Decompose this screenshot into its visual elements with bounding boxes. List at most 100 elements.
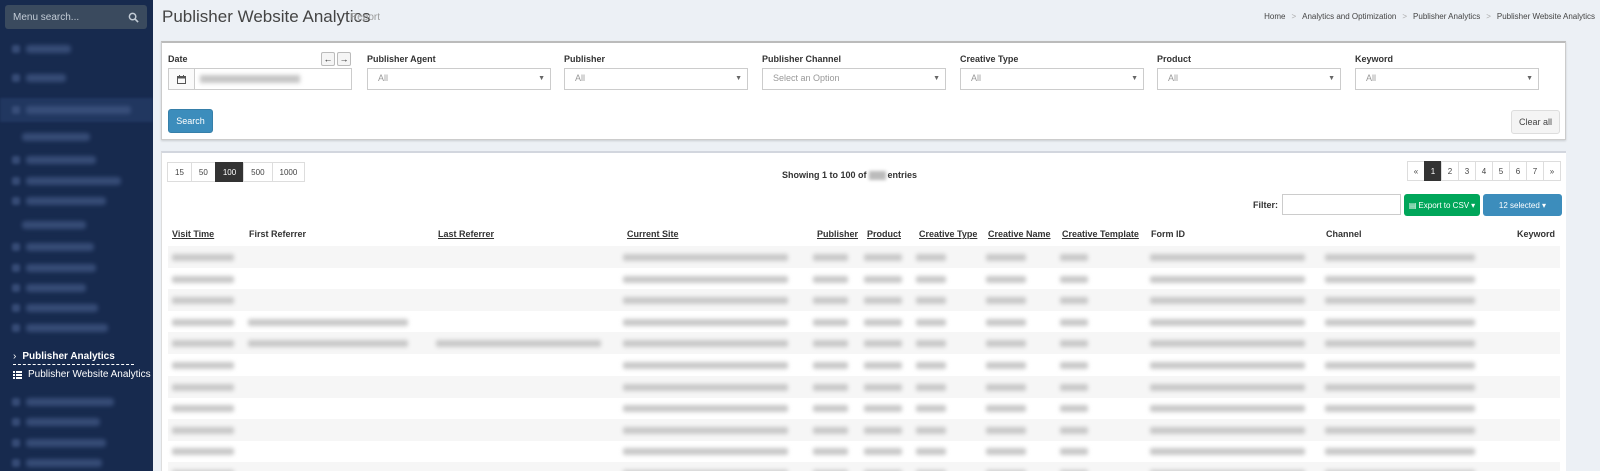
table-cell-redacted — [864, 448, 902, 456]
sidebar-item-publisher-website-analytics[interactable]: Publisher Website Analytics — [13, 369, 151, 380]
table-cell-redacted — [1150, 405, 1305, 413]
column-product[interactable]: Product — [867, 229, 901, 239]
sidebar-item-blurred[interactable] — [26, 156, 96, 164]
sidebar-item-blurred[interactable] — [26, 284, 86, 292]
menu-search-input[interactable]: Menu search... — [5, 5, 147, 29]
table-cell-redacted — [864, 318, 902, 326]
chevron-right-icon: › — [13, 351, 17, 362]
page-size-15[interactable]: 15 — [167, 162, 192, 182]
page-4[interactable]: 4 — [1475, 161, 1493, 181]
column-creative-type[interactable]: Creative Type — [919, 229, 977, 239]
sidebar-item-blurred[interactable] — [26, 459, 102, 467]
table-filter-input[interactable] — [1282, 194, 1401, 215]
table-cell-redacted — [916, 383, 946, 391]
column-form-id[interactable]: Form ID — [1151, 229, 1185, 239]
sidebar-item-blurred[interactable] — [26, 324, 108, 332]
publisher-channel-select[interactable]: Select an Option ▼ — [762, 68, 946, 90]
sidebar-item-blurred[interactable] — [26, 264, 96, 272]
page-next[interactable]: » — [1543, 161, 1561, 181]
table-cell-redacted — [623, 340, 788, 348]
sidebar-item-blurred[interactable] — [26, 398, 114, 406]
publisher-agent-select[interactable]: All ▼ — [367, 68, 551, 90]
page-7[interactable]: 7 — [1526, 161, 1544, 181]
table-row[interactable] — [168, 246, 1560, 268]
column-keyword[interactable]: Keyword — [1517, 229, 1555, 239]
table-row[interactable] — [168, 311, 1560, 333]
column-creative-template[interactable]: Creative Template — [1062, 229, 1139, 239]
total-count-redacted — [868, 170, 886, 180]
sidebar-item-blurred[interactable] — [26, 177, 121, 185]
sidebar-item-blurred[interactable] — [26, 45, 71, 53]
table-cell-redacted — [986, 340, 1026, 348]
sidebar-group-publisher-analytics[interactable]: › Publisher Analytics — [13, 351, 134, 365]
menu-search-placeholder: Menu search... — [13, 11, 80, 23]
table-row[interactable] — [168, 440, 1560, 462]
breadcrumb-home[interactable]: Home — [1264, 12, 1285, 21]
table-row[interactable] — [168, 375, 1560, 398]
table-cell-redacted — [813, 254, 848, 261]
date-next-button[interactable]: → — [337, 52, 351, 66]
table-row[interactable] — [168, 462, 1560, 471]
table-row[interactable] — [168, 418, 1560, 441]
table-cell-redacted — [1060, 448, 1088, 456]
sidebar-item-blurred[interactable] — [26, 243, 94, 251]
table-cell-redacted — [986, 426, 1026, 434]
column-publisher[interactable]: Publisher — [817, 229, 858, 239]
page-prev[interactable]: « — [1407, 161, 1425, 181]
column-creative-name[interactable]: Creative Name — [988, 229, 1051, 239]
publisher-select[interactable]: All ▼ — [564, 68, 748, 90]
page-size-100[interactable]: 100 — [214, 162, 245, 182]
breadcrumb-analytics-optimization[interactable]: Analytics and Optimization — [1302, 12, 1396, 21]
sidebar-item-blurred[interactable] — [26, 304, 98, 312]
table-cell-redacted — [1060, 254, 1088, 261]
page-size-1000[interactable]: 1000 — [271, 162, 306, 182]
column-channel[interactable]: Channel — [1326, 229, 1362, 239]
table-row[interactable] — [168, 397, 1560, 419]
column-current-site[interactable]: Current Site — [627, 229, 679, 239]
creative-type-select[interactable]: All ▼ — [960, 68, 1144, 90]
breadcrumb-publisher-analytics[interactable]: Publisher Analytics — [1413, 12, 1480, 21]
sidebar-item-blurred[interactable] — [26, 74, 66, 82]
table-cell-redacted — [864, 297, 902, 305]
sidebar-item-blurred[interactable] — [26, 418, 100, 426]
sidebar-group-blurred[interactable] — [26, 106, 131, 114]
table-row[interactable] — [168, 268, 1560, 290]
sidebar-item-label: Publisher Website Analytics — [28, 369, 151, 380]
table-cell-redacted — [623, 318, 788, 326]
date-prev-button[interactable]: ← — [321, 52, 335, 66]
sidebar-subgroup-blurred[interactable] — [22, 221, 86, 229]
clear-all-button[interactable]: Clear all — [1511, 110, 1560, 134]
columns-selected-button[interactable]: 12 selected ▾ — [1483, 194, 1562, 216]
page-3[interactable]: 3 — [1458, 161, 1476, 181]
column-visit-time[interactable]: Visit Time — [172, 229, 214, 239]
column-last-referrer[interactable]: Last Referrer — [438, 229, 494, 239]
keyword-label: Keyword — [1355, 54, 1394, 64]
table-cell-redacted — [172, 318, 234, 326]
page-size-500[interactable]: 500 — [243, 162, 273, 182]
table-row[interactable] — [168, 289, 1560, 312]
export-csv-button[interactable]: ▤ Export to CSV ▾ — [1404, 194, 1480, 216]
sidebar-subgroup-blurred[interactable] — [22, 133, 90, 141]
table-cell-redacted — [623, 448, 788, 456]
page-size-50[interactable]: 50 — [190, 162, 216, 182]
sidebar-item-icon — [12, 106, 20, 114]
sidebar-item-blurred[interactable] — [26, 197, 106, 205]
page-6[interactable]: 6 — [1509, 161, 1527, 181]
date-range-input[interactable] — [168, 68, 352, 90]
table-cell-redacted — [916, 254, 946, 261]
product-select[interactable]: All ▼ — [1157, 68, 1341, 90]
page-2[interactable]: 2 — [1441, 161, 1459, 181]
search-button[interactable]: Search — [168, 109, 213, 133]
table-row[interactable] — [168, 354, 1560, 376]
keyword-select[interactable]: All ▼ — [1355, 68, 1539, 90]
page-5[interactable]: 5 — [1492, 161, 1510, 181]
pagination: « 1 2 3 4 5 6 7 » — [1407, 161, 1561, 181]
column-first-referrer[interactable]: First Referrer — [249, 229, 306, 239]
sidebar-item-blurred[interactable] — [26, 439, 106, 447]
table-row[interactable] — [168, 332, 1560, 355]
page-1[interactable]: 1 — [1424, 161, 1442, 181]
table-cell-redacted — [864, 405, 902, 413]
table-cell-redacted — [916, 362, 946, 369]
sidebar: Menu search... › Publisher Analytics Pub… — [0, 0, 153, 471]
table-cell-redacted — [813, 318, 848, 326]
